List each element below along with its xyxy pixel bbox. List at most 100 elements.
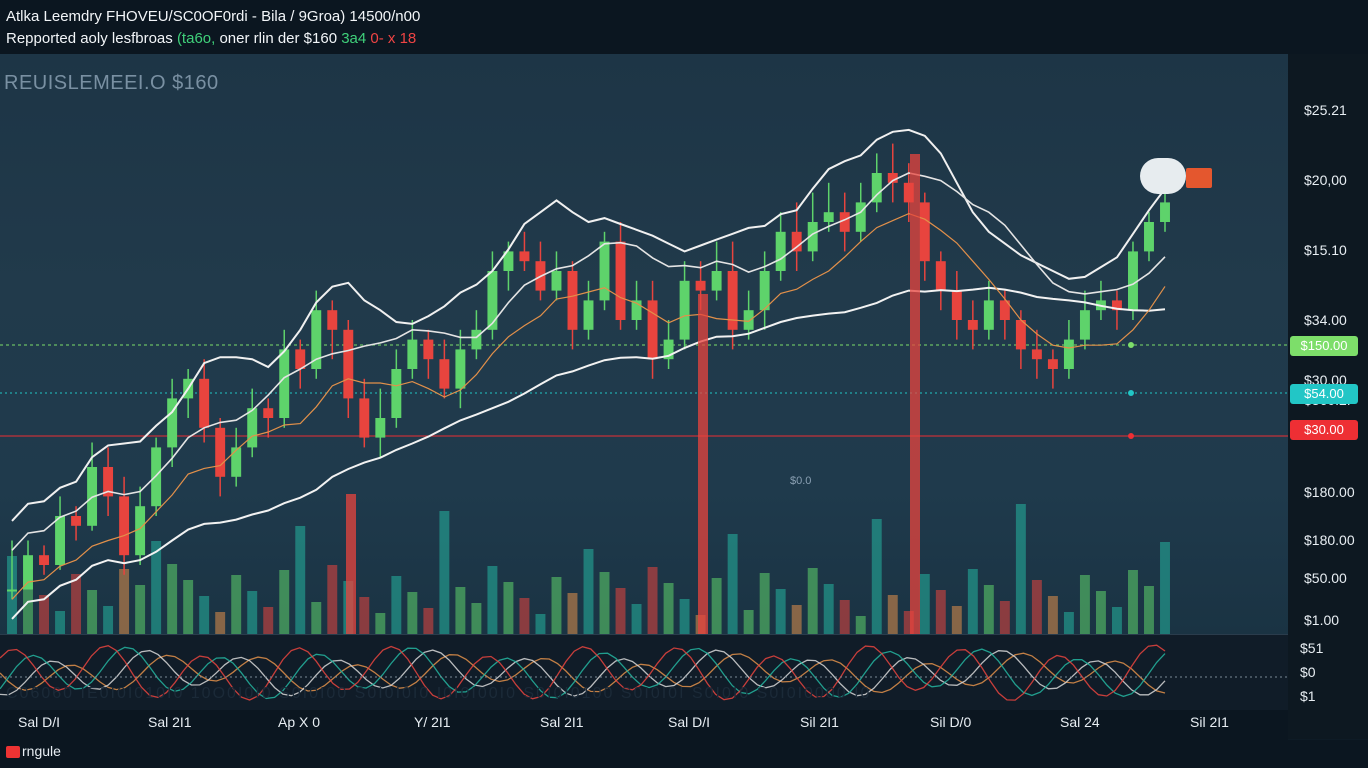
volume-bar [567,593,578,634]
price-axis-label: $180.00 [1304,484,1355,500]
candle-body [647,300,658,360]
volume-bar [87,590,98,634]
candle-body [823,212,834,222]
volume-bar [55,611,66,634]
volume-bar [199,596,210,634]
time-axis-label: Sal 24 [1060,714,1100,730]
candle-body [791,231,802,252]
price-axis-label: $34.00 [1304,312,1347,328]
candle-body [1063,339,1074,369]
subtitle-red: 0- x 18 [370,30,417,47]
volume-bar [1031,580,1042,634]
oscillator-panel[interactable]: C06060 IE0I0I010I0 10O0I0I0 S0I0I00 S0I0… [0,634,1288,711]
spike-bar [698,294,708,634]
candle-body [695,280,706,291]
volume-bar [599,572,610,634]
volume-bar [743,610,754,634]
volume-bar [391,576,402,634]
candle-body [775,231,786,271]
price-axis-label: $20,00 [1304,172,1347,188]
candle-body [7,589,17,592]
level-dot [1128,390,1134,396]
time-axis-label: Sal D/I [18,714,61,730]
candle-body [551,271,562,291]
candle-body [311,310,322,369]
footer-text: rngule [22,743,61,759]
price-axis-label: $1.00 [1304,612,1340,628]
candle-body [439,359,450,389]
volume-bar [407,592,418,634]
time-axis-label: Sil 2I1 [1190,714,1229,730]
subtitle-mid: oner rlin der $160 [219,30,338,47]
volume-bar [519,598,530,634]
volume-bar [919,574,930,634]
volume-bar [247,591,258,634]
footer-logo-icon [6,746,20,758]
candle-body [1160,202,1170,222]
candle-body [343,329,354,399]
ma-orange-line [11,212,1166,600]
candle-body [599,241,610,301]
level-dot [1128,342,1134,348]
price-chart-svg: $0.0 [0,128,1288,634]
subtitle-green-1: (ta6o, [176,30,216,47]
oscillator-watermark: C06060 IE0I0I010I0 10O0I0I0 S0I0I00 S0I0… [6,685,872,702]
volume-bar [263,607,274,634]
candle-body [215,427,226,477]
price-tag[interactable]: $30.00 [1290,420,1358,440]
candle-body [327,310,338,330]
subtitle-prefix: Repported aoly lesfbroas [6,30,173,47]
footer-bar: rngule [0,740,1368,768]
volume-bar [1095,591,1106,634]
volume-bar [711,578,722,634]
price-tag[interactable]: $150.00 [1290,336,1358,356]
price-chart-area[interactable]: REUISLEMEEI.O $160 $0.0 [0,54,1288,634]
candle-body [1079,310,1090,340]
chart-badge-flag-icon[interactable] [1186,168,1212,188]
candle-body [935,261,946,291]
volume-bar [791,605,802,634]
mid-annotation: $0.0 [790,475,811,487]
candle-body [855,202,866,232]
volume-bar [759,573,770,634]
chart-subtitle: Repported aoly lesfbroas (ta6o, oner rli… [6,30,416,47]
volume-bar [471,603,482,634]
candle-body [359,398,370,438]
candle-body [487,271,498,330]
osc-label-top: $51 [1300,640,1324,656]
candle-body [151,447,162,507]
volume-bar [1047,596,1058,634]
candle-body [471,329,482,350]
volume-bar [983,585,994,634]
volume-bar [151,541,162,634]
volume-bar [423,608,434,634]
candle-body [919,202,930,262]
volume-bar [215,612,226,634]
volume-bar [631,604,642,634]
time-axis-label: Sal 2I1 [540,714,584,730]
volume-bar [1063,612,1074,634]
candle-body [567,271,578,330]
chart-badge-icon[interactable] [1140,158,1186,194]
candle-body [199,378,210,428]
candle-body [519,251,530,262]
time-axis-label: Ap X 0 [278,714,321,730]
osc-label-mid: $0 [1300,664,1316,680]
volume-bar [359,597,370,634]
candle-body [119,496,130,556]
price-axis-label: $50.00 [1304,570,1347,586]
time-axis-label: Sil D/0 [930,714,972,730]
subtitle-green-2: 3a4 [341,30,367,47]
volume-bar [1160,542,1170,634]
candle-body [375,418,386,438]
candle-body [759,271,770,311]
price-tag[interactable]: $54.00 [1290,384,1358,404]
candle-body [967,320,978,330]
volume-bar [935,590,946,634]
volume-bar [871,519,882,634]
volume-bar [1111,607,1122,634]
candle-body [711,271,722,291]
time-axis-label: Sil 2I1 [800,714,839,730]
volume-bar [1079,575,1090,634]
candle-body [71,516,82,526]
